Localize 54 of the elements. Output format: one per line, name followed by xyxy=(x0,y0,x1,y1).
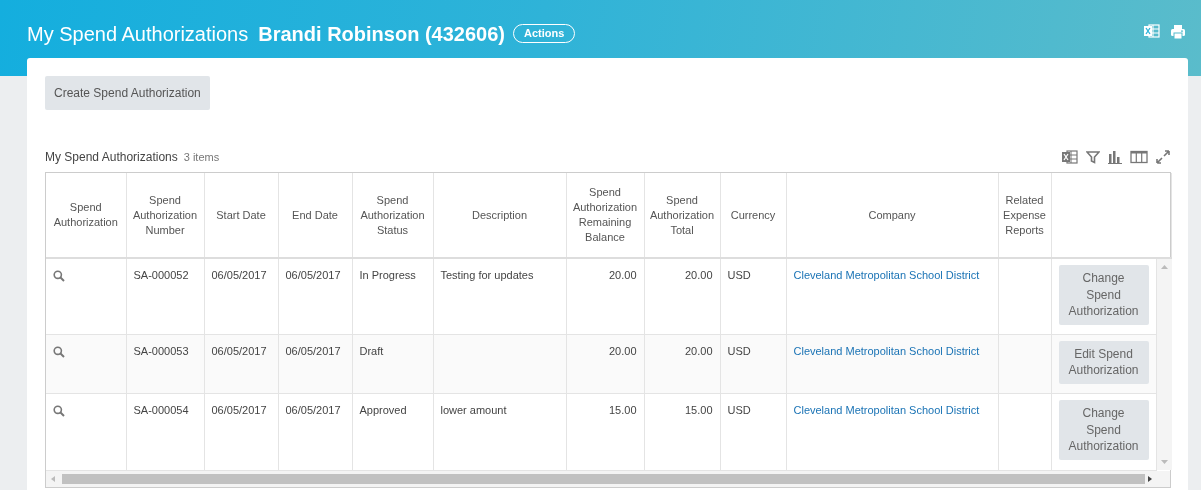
table-cell: USD xyxy=(720,258,786,335)
column-header: Related Expense Reports xyxy=(998,173,1051,258)
table-cell: 20.00 xyxy=(644,258,720,335)
table-cell: Testing for updates xyxy=(433,258,566,335)
spreadsheet-icon[interactable] xyxy=(1144,24,1160,38)
column-header: Spend Authorization Total xyxy=(644,173,720,258)
column-header: Spend Authorization Status xyxy=(352,173,433,258)
column-header: Currency xyxy=(720,173,786,258)
expand-icon[interactable] xyxy=(1156,150,1170,164)
column-header: End Date xyxy=(278,173,352,258)
table-cell: SA-000053 xyxy=(126,334,204,394)
table-cell: lower amount xyxy=(433,393,566,470)
column-header: Spend Authorization xyxy=(46,173,126,258)
row-action-button[interactable]: Edit Spend Authorization xyxy=(1058,340,1149,384)
table-cell: In Progress xyxy=(352,258,433,335)
column-header: Spend Authorization Remaining Balance xyxy=(566,173,644,258)
table-cell: 06/05/2017 xyxy=(278,258,352,335)
worker-name: Brandi Robinson (432606) xyxy=(258,22,505,47)
table-cell: 06/05/2017 xyxy=(204,258,278,335)
company-link[interactable]: Cleveland Metropolitan School District xyxy=(793,344,980,357)
table-cell: 06/05/2017 xyxy=(204,334,278,394)
table-cell: 15.00 xyxy=(644,393,720,470)
spreadsheet-icon[interactable] xyxy=(1062,150,1078,164)
table-cell: 06/05/2017 xyxy=(278,393,352,470)
search-icon[interactable] xyxy=(53,345,65,358)
item-count: 3 items xyxy=(183,149,220,165)
search-icon[interactable] xyxy=(53,405,65,418)
column-header: Spend Authorization Number xyxy=(126,173,204,258)
table-cell: SA-000054 xyxy=(126,393,204,470)
table-cell: 06/05/2017 xyxy=(278,334,352,394)
row-action-button[interactable]: Change Spend Authorization xyxy=(1058,400,1149,460)
column-header: Start Date xyxy=(204,173,278,258)
table-cell: 20.00 xyxy=(566,334,644,394)
grid-title: My Spend Authorizations xyxy=(45,149,178,166)
search-icon[interactable] xyxy=(53,270,65,283)
page-title: My Spend Authorizations xyxy=(27,22,249,47)
column-header: Description xyxy=(433,173,566,258)
table-cell: USD xyxy=(720,334,786,394)
table-cell: Approved xyxy=(352,393,433,470)
table-cell: 20.00 xyxy=(644,334,720,394)
company-link[interactable]: Cleveland Metropolitan School District xyxy=(793,404,980,417)
table-cell: 20.00 xyxy=(566,258,644,335)
column-header: Company xyxy=(786,173,998,258)
row-action-button[interactable]: Change Spend Authorization xyxy=(1058,265,1149,325)
filter-icon[interactable] xyxy=(1086,150,1100,164)
table-cell: USD xyxy=(720,393,786,470)
create-button[interactable]: Create Spend Authorization xyxy=(45,76,210,110)
columns-icon[interactable] xyxy=(1130,150,1148,164)
table-cell: 06/05/2017 xyxy=(204,393,278,470)
company-link[interactable]: Cleveland Metropolitan School District xyxy=(793,269,980,281)
table-cell: 15.00 xyxy=(566,393,644,470)
bar-chart-icon[interactable] xyxy=(1108,150,1122,164)
table-cell: SA-000052 xyxy=(126,258,204,335)
table-cell: Draft xyxy=(352,334,433,394)
